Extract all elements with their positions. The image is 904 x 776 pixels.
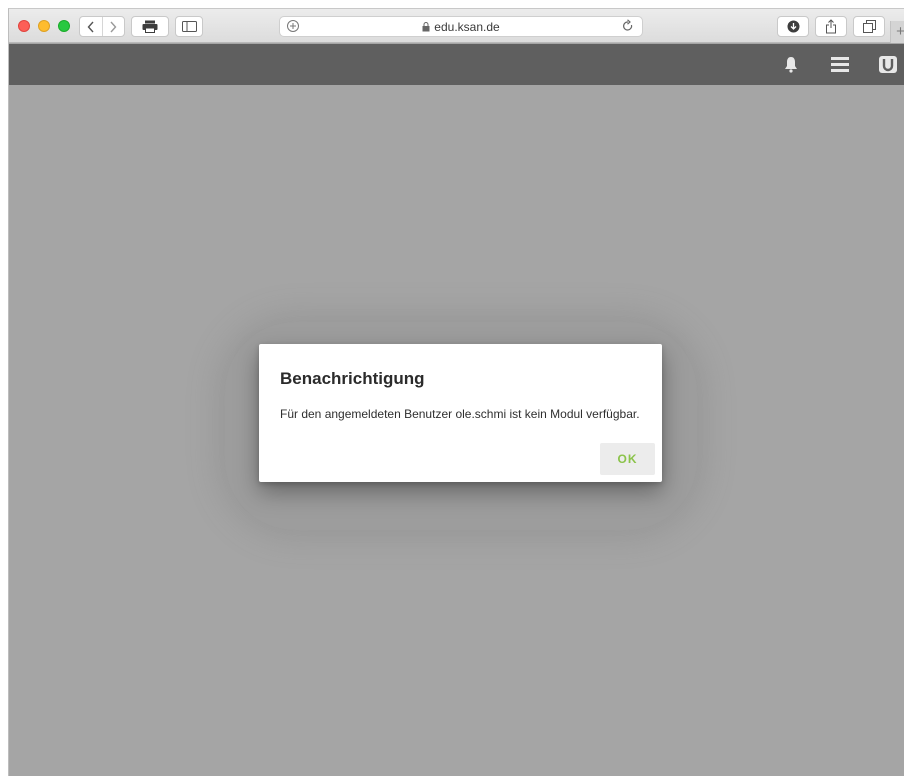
- print-button[interactable]: [131, 16, 169, 37]
- browser-window: edu.ksan.de + Benachrichtigung Für den a…: [8, 8, 904, 776]
- back-button[interactable]: [80, 17, 102, 36]
- share-icon: [826, 19, 836, 34]
- reload-icon[interactable]: [622, 19, 634, 38]
- share-button[interactable]: [815, 16, 847, 37]
- browser-toolbar: edu.ksan.de +: [9, 9, 904, 43]
- address-url: edu.ksan.de: [434, 20, 500, 34]
- new-tab-button[interactable]: +: [890, 21, 904, 43]
- close-window-button[interactable]: [18, 20, 30, 32]
- chevron-left-icon: [87, 21, 94, 32]
- ok-button[interactable]: OK: [600, 443, 655, 475]
- notification-dialog: Benachrichtigung Für den angemeldeten Be…: [259, 344, 662, 482]
- chevron-right-icon: [110, 21, 117, 32]
- address-text[interactable]: edu.ksan.de: [280, 20, 642, 34]
- user-icon[interactable]: [879, 56, 897, 78]
- dialog-message: Für den angemeldeten Benutzer ole.schmi …: [280, 407, 640, 421]
- bell-icon[interactable]: [783, 56, 799, 78]
- sidebar-toggle-button[interactable]: [175, 16, 203, 37]
- sidebar-icon: [181, 21, 197, 32]
- tab-overview-button[interactable]: [853, 16, 885, 37]
- download-icon: [787, 20, 799, 33]
- lock-icon: [422, 22, 430, 32]
- nav-button-group: [79, 16, 125, 37]
- tabs-icon: [862, 20, 876, 33]
- app-header: [9, 44, 904, 85]
- minimize-window-button[interactable]: [38, 20, 50, 32]
- printer-icon: [142, 20, 158, 33]
- address-bar[interactable]: edu.ksan.de: [279, 16, 643, 37]
- dialog-title: Benachrichtigung: [280, 369, 425, 388]
- zoom-window-button[interactable]: [58, 20, 70, 32]
- menu-icon[interactable]: [831, 56, 849, 77]
- downloads-button[interactable]: [777, 16, 809, 37]
- forward-button[interactable]: [101, 17, 124, 36]
